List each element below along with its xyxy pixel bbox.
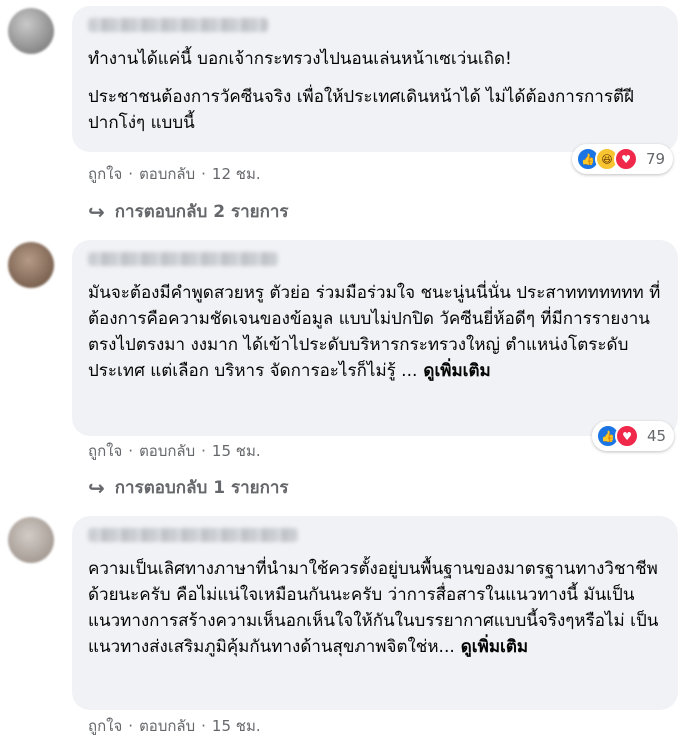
replies-label: การตอบกลับ 1 รายการ xyxy=(114,478,289,498)
comment-text: ความเป็นเลิศทางภาษาที่นำมาใช้ควรตั้งอยู่… xyxy=(88,559,659,657)
comment-text: มันจะต้องมีคำพูดสวยหรู ตัวย่อ ร่วมมือร่ว… xyxy=(88,283,661,381)
author-name-blurred[interactable] xyxy=(88,528,298,542)
like-button[interactable]: ถูกใจ xyxy=(88,439,122,463)
separator: · xyxy=(128,165,134,183)
separator: · xyxy=(128,442,134,460)
author-name-blurred[interactable] xyxy=(88,252,278,266)
author-name-blurred[interactable] xyxy=(88,18,268,32)
separator: · xyxy=(201,442,206,460)
comment-bubble: ทำงานได้แค่นี้ บอกเจ้ากระทรวงไปนอนเล่นหน… xyxy=(72,6,678,152)
see-more-link[interactable]: ดูเพิ่มเติม xyxy=(461,637,528,657)
avatar[interactable] xyxy=(8,242,54,288)
avatar[interactable] xyxy=(8,8,54,54)
comment-actions: ถูกใจ · ตอบกลับ · 12 ชม. xyxy=(88,162,261,186)
replies-label: การตอบกลับ 2 รายการ xyxy=(114,202,289,222)
reply-button[interactable]: ตอบกลับ xyxy=(139,162,195,186)
reaction-count: 45 xyxy=(647,427,667,445)
avatar[interactable] xyxy=(8,517,54,563)
timestamp[interactable]: 12 ชม. xyxy=(212,162,261,186)
reply-arrow-icon: ↪ xyxy=(88,475,105,500)
reply-arrow-icon: ↪ xyxy=(88,199,105,224)
like-button[interactable]: ถูกใจ xyxy=(88,162,122,186)
separator: · xyxy=(201,165,206,183)
timestamp[interactable]: 15 ชม. xyxy=(212,439,261,463)
view-replies-button[interactable]: ↪ การตอบกลับ 1 รายการ xyxy=(88,474,289,501)
comment-text: ทำงานได้แค่นี้ บอกเจ้ากระทรวงไปนอนเล่นหน… xyxy=(88,49,512,69)
comment-bubble: ความเป็นเลิศทางภาษาที่นำมาใช้ควรตั้งอยู่… xyxy=(72,516,678,710)
timestamp[interactable]: 15 ชม. xyxy=(212,714,261,738)
comment-text: ประชาชนต้องการวัคซีนจริง เพื่อให้ประเทศเ… xyxy=(88,87,634,133)
separator: · xyxy=(128,717,134,735)
separator: · xyxy=(201,717,206,735)
reaction-count: 79 xyxy=(646,150,666,168)
reaction-summary[interactable]: 👍 😆 ♥ 79 xyxy=(572,144,674,174)
comment-bubble: มันจะต้องมีคำพูดสวยหรู ตัวย่อ ร่วมมือร่ว… xyxy=(72,240,678,436)
care-icon: ♥ xyxy=(614,147,638,171)
care-icon: ♥ xyxy=(615,424,639,448)
like-button[interactable]: ถูกใจ xyxy=(88,714,122,738)
reaction-summary[interactable]: 👍 ♥ 45 xyxy=(592,421,675,451)
comment-actions: ถูกใจ · ตอบกลับ · 15 ชม. xyxy=(88,439,261,463)
see-more-link[interactable]: ดูเพิ่มเติม xyxy=(423,361,490,381)
view-replies-button[interactable]: ↪ การตอบกลับ 2 รายการ xyxy=(88,198,289,225)
comment-actions: ถูกใจ · ตอบกลับ · 15 ชม. xyxy=(88,714,261,738)
reply-button[interactable]: ตอบกลับ xyxy=(139,714,195,738)
reply-button[interactable]: ตอบกลับ xyxy=(139,439,195,463)
